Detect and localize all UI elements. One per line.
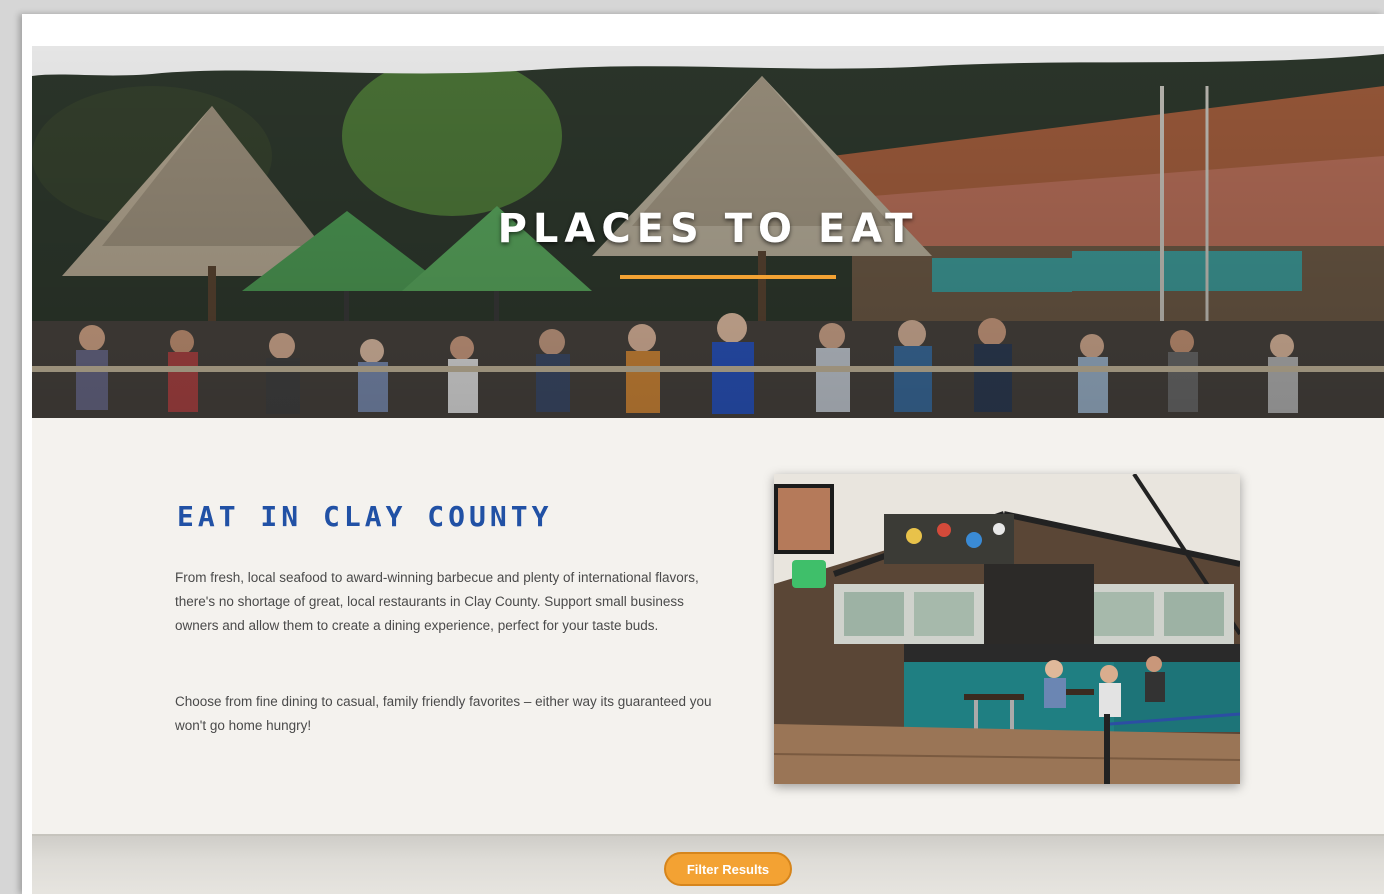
intro-section: EAT IN CLAY COUNTY From fresh, local sea…	[32, 418, 1384, 834]
intro-paragraph: Choose from fine dining to casual, famil…	[175, 694, 712, 733]
hero-banner: PLACES TO EAT	[32, 46, 1384, 418]
filter-bar: Filter Results	[32, 834, 1384, 894]
filter-results-button[interactable]: Filter Results	[664, 852, 792, 886]
intro-paragraph: From fresh, local seafood to award-winni…	[175, 570, 699, 633]
restaurant-interior-image	[774, 474, 1240, 784]
page-title: PLACES TO EAT	[497, 206, 919, 252]
web-page: PLACES TO EAT EAT IN CLAY COUNTY From fr…	[22, 14, 1384, 894]
title-underline	[620, 275, 836, 279]
screenshot-frame: PLACES TO EAT EAT IN CLAY COUNTY From fr…	[0, 0, 1384, 894]
section-heading: EAT IN CLAY COUNTY	[177, 500, 553, 533]
